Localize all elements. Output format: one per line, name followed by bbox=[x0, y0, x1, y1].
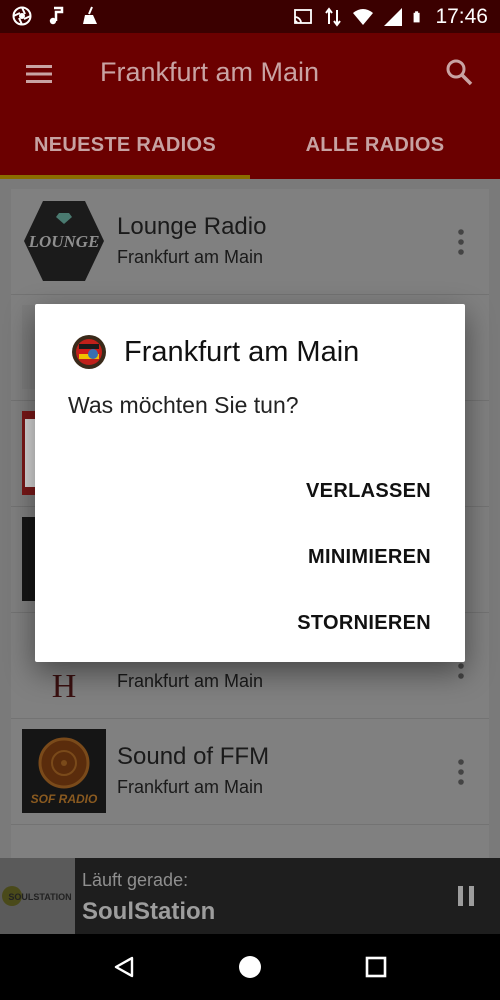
recents-icon[interactable] bbox=[364, 955, 388, 979]
app-logo bbox=[72, 335, 106, 369]
leave-button[interactable]: VERLASSEN bbox=[306, 480, 431, 503]
page-title: Frankfurt am Main bbox=[100, 57, 320, 87]
radio-logo-letter: H bbox=[52, 668, 77, 705]
list-item[interactable]: SOF RADIO Sound of FFM Frankfurt am Main bbox=[11, 719, 489, 825]
home-icon[interactable] bbox=[238, 955, 262, 979]
now-playing-station: SoulStation bbox=[82, 898, 216, 925]
clock: 17:46 bbox=[435, 5, 488, 28]
station-artwork-text: SOULSTATION bbox=[8, 892, 71, 902]
radio-location: Frankfurt am Main bbox=[117, 777, 264, 797]
radio-location: Frankfurt am Main bbox=[117, 247, 264, 267]
search-icon[interactable] bbox=[444, 57, 474, 87]
broom-icon bbox=[83, 6, 97, 24]
more-options-icon[interactable] bbox=[457, 759, 465, 785]
aperture-icon bbox=[12, 6, 32, 26]
hamburger-menu-icon[interactable] bbox=[24, 59, 54, 89]
minimize-button[interactable]: MINIMIEREN bbox=[308, 546, 431, 569]
app-bar: Frankfurt am Main NEUESTE RADIOS ALLE RA… bbox=[0, 33, 500, 179]
list-item[interactable]: LOUNGE Lounge Radio Frankfurt am Main bbox=[11, 189, 489, 295]
tab-neueste-radios[interactable]: NEUESTE RADIOS bbox=[0, 111, 250, 179]
tab-bar: NEUESTE RADIOS ALLE RADIOS bbox=[0, 111, 500, 179]
system-nav-bar bbox=[0, 934, 500, 1000]
wifi-icon bbox=[353, 9, 374, 25]
data-arrows-icon bbox=[325, 7, 342, 27]
lounge-logo-text: LOUNGE bbox=[28, 232, 100, 251]
cell-signal-icon bbox=[384, 8, 403, 26]
lounge-radio-logo: LOUNGE bbox=[24, 201, 104, 281]
music-note-icon bbox=[49, 6, 64, 25]
radio-name: Sound of FFM bbox=[117, 743, 270, 770]
sof-radio-logo: SOF RADIO bbox=[22, 729, 106, 813]
cancel-button[interactable]: STORNIEREN bbox=[297, 612, 431, 635]
exit-dialog: Frankfurt am Main Was möchten Sie tun? V… bbox=[35, 304, 465, 662]
station-artwork: SOULSTATION bbox=[0, 858, 75, 934]
status-bar: 17:46 bbox=[0, 0, 500, 33]
cast-icon bbox=[294, 9, 313, 24]
dialog-message: Was möchten Sie tun? bbox=[68, 392, 299, 418]
sof-logo-text: SOF RADIO bbox=[31, 792, 98, 806]
now-playing-label: Läuft gerade: bbox=[82, 870, 189, 890]
tab-alle-radios[interactable]: ALLE RADIOS bbox=[250, 111, 500, 179]
dialog-title: Frankfurt am Main bbox=[124, 336, 360, 368]
radio-location: Frankfurt am Main bbox=[117, 671, 264, 691]
now-playing-bar[interactable]: SOULSTATION Läuft gerade: SoulStation bbox=[0, 858, 500, 934]
more-options-icon[interactable] bbox=[457, 229, 465, 255]
battery-icon bbox=[414, 11, 421, 23]
radio-name: Lounge Radio bbox=[117, 213, 267, 240]
pause-icon[interactable] bbox=[456, 884, 476, 908]
back-icon[interactable] bbox=[112, 955, 136, 979]
